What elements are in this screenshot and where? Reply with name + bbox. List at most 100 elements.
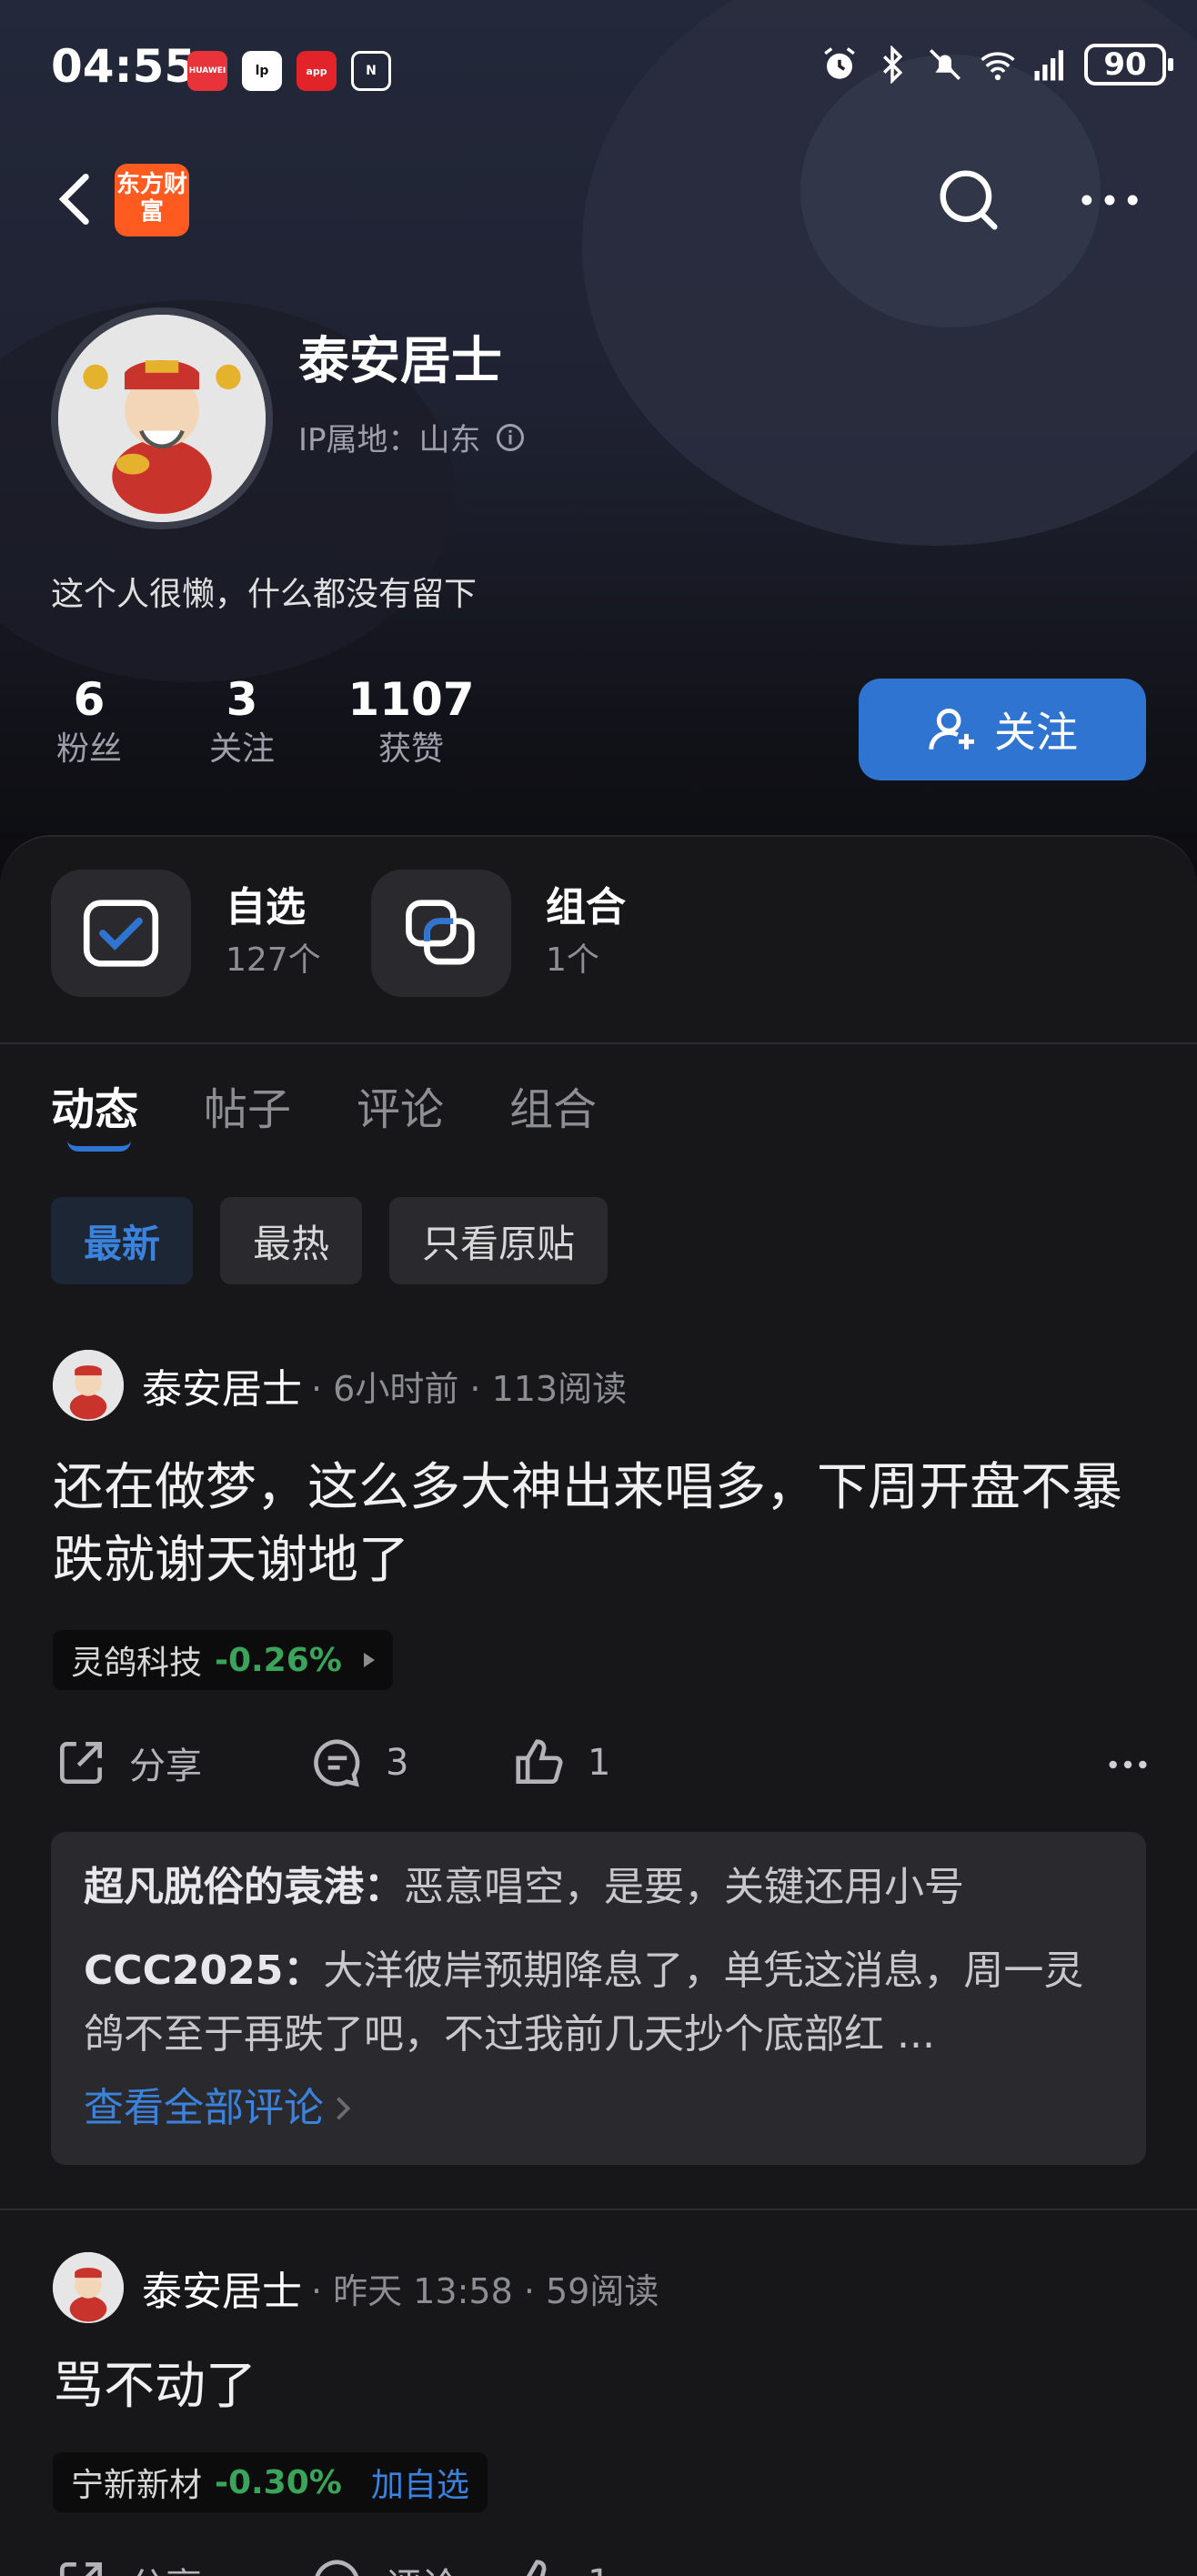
like-button[interactable]: 1 — [511, 1726, 610, 1799]
stat-value: 6 — [73, 673, 106, 726]
comment-preview-box[interactable]: 超凡脱俗的袁港：恶意唱空，是要，关键还用小号 CCC2025：大洋彼岸预期降息了… — [51, 1832, 1146, 2165]
post-more-icon[interactable] — [1102, 1739, 1153, 1790]
profile-name: 泰安居士 — [298, 332, 502, 391]
signal-icon — [1034, 50, 1063, 81]
user-avatar[interactable] — [51, 307, 273, 529]
filter-latest[interactable]: 最新 — [51, 1197, 194, 1284]
tab-comments[interactable]: 评论 — [357, 1073, 444, 1137]
content-tabs: 动态 帖子 评论 组合 — [51, 1073, 597, 1152]
stock-change: -0.30% — [215, 2463, 342, 2501]
stock-tag[interactable]: 宁新新材 -0.30% 加自选 — [53, 2452, 488, 2512]
share-button[interactable]: 分享 — [53, 1726, 202, 1799]
watchlist-card[interactable]: 自选 127个 — [51, 870, 321, 997]
stat-value: 1107 — [347, 673, 475, 726]
comment-user[interactable]: CCC2025： — [84, 1947, 323, 1994]
share-icon — [60, 2562, 102, 2576]
share-icon — [60, 1742, 102, 1784]
post-header: 泰安居士 · 昨天 13:58 · 59阅读 — [53, 2252, 659, 2323]
profile-stats: 6 粉丝 3 关注 1107 获赞 — [51, 671, 475, 771]
ip-value: 山东 — [418, 422, 481, 458]
comment-item: 超凡脱俗的袁港：恶意唱空，是要，关键还用小号 — [84, 1856, 1113, 1919]
stock-name: 灵鸽科技 — [71, 1645, 203, 1682]
stat-likes[interactable]: 1107 获赞 — [347, 671, 475, 771]
status-bar: 04:55 HUAWEI lp app N 90 — [0, 0, 1197, 146]
post-meta: · 昨天 13:58 · 59阅读 — [311, 2270, 659, 2311]
post-actions: 分享 评论 1 — [53, 2547, 1153, 2576]
filter-hottest[interactable]: 最热 — [220, 1197, 363, 1284]
stat-fans[interactable]: 6 粉丝 — [51, 671, 127, 771]
section-divider — [0, 1042, 1197, 1044]
comment-label: 评论 — [386, 2557, 458, 2576]
mute-icon — [930, 49, 961, 80]
app-logo: 东方财富 — [115, 164, 189, 236]
huawei-app-icon: HUAWEI — [187, 51, 227, 91]
add-user-icon — [929, 709, 974, 750]
profile-bio: 这个人很懒，什么都没有留下 — [51, 576, 478, 613]
play-triangle-icon — [363, 1653, 375, 1667]
app-icon: app — [297, 51, 337, 91]
checkbox-icon — [83, 900, 159, 967]
avatar-image — [58, 315, 266, 522]
post-content[interactable]: 还在做梦，这么多大神出来唱多，下周开盘不暴跌就谢天谢地了 — [53, 1452, 1153, 1597]
stat-label: 关注 — [208, 730, 275, 768]
stock-change: -0.26% — [215, 1641, 342, 1679]
thumbs-up-icon — [516, 1739, 563, 1784]
filter-original-only[interactable]: 只看原贴 — [389, 1197, 609, 1284]
chevron-right-icon — [337, 2097, 351, 2120]
top-nav: 东方财富 — [0, 155, 1197, 246]
portfolio-icon — [406, 900, 475, 965]
search-icon[interactable] — [930, 162, 1006, 238]
share-button[interactable]: 分享 — [53, 2547, 202, 2576]
nfc-icon: N — [351, 51, 391, 91]
post-author[interactable]: 泰安居士 — [142, 1356, 302, 1414]
card-icon-box — [51, 870, 191, 997]
like-count: 1 — [588, 1742, 611, 1784]
sort-filters: 最新 最热 只看原贴 — [51, 1197, 609, 1284]
post-author[interactable]: 泰安居士 — [142, 2259, 302, 2317]
post-actions: 分享 3 1 — [53, 1726, 1153, 1799]
stat-value: 3 — [226, 673, 258, 726]
tab-posts[interactable]: 帖子 — [204, 1073, 291, 1137]
tab-activity[interactable]: 动态 — [51, 1073, 138, 1152]
comment-button[interactable]: 3 — [309, 1726, 408, 1799]
stock-tag[interactable]: 灵鸽科技 -0.26% — [53, 1630, 393, 1690]
stat-label: 粉丝 — [55, 730, 122, 768]
ip-label: IP属地： — [298, 422, 419, 458]
card-subtitle: 1个 — [546, 941, 599, 979]
card-icon-box — [371, 870, 511, 997]
comment-button[interactable]: 评论 — [309, 2547, 458, 2576]
card-title: 自选 — [226, 884, 306, 931]
alarm-icon — [824, 47, 855, 79]
status-time: 04:55 — [51, 40, 196, 93]
tab-portfolio[interactable]: 组合 — [509, 1073, 597, 1137]
comment-item: CCC2025：大洋彼岸预期降息了，单凭这消息，周一灵鸽不至于再跌了吧，不过我前… — [84, 1939, 1113, 2067]
bluetooth-icon — [883, 45, 903, 84]
wifi-icon — [981, 52, 1015, 81]
follow-button[interactable]: 关注 — [859, 679, 1146, 780]
battery-indicator: 90 — [1084, 44, 1173, 86]
active-tab-indicator — [67, 1141, 131, 1152]
author-avatar[interactable] — [53, 2252, 124, 2323]
stat-following[interactable]: 3 关注 — [204, 671, 280, 771]
post-meta: · 6小时前 · 113阅读 — [311, 1368, 628, 1409]
share-label: 分享 — [129, 1746, 202, 1787]
add-to-watchlist-button[interactable]: 加自选 — [371, 2459, 469, 2506]
author-avatar[interactable] — [53, 1350, 124, 1421]
back-arrow-icon[interactable] — [47, 167, 102, 231]
more-options-icon[interactable] — [1071, 162, 1148, 238]
like-count: 1 — [588, 2562, 610, 2576]
comment-user[interactable]: 超凡脱俗的袁港： — [84, 1864, 404, 1910]
comment-icon — [315, 2560, 358, 2576]
share-label: 分享 — [129, 2557, 202, 2576]
thumbs-up-icon — [527, 2560, 547, 2576]
notification-app-icons: HUAWEI lp app N — [187, 51, 391, 91]
app-icon: lp — [242, 51, 282, 91]
info-icon[interactable] — [494, 421, 527, 454]
card-title: 组合 — [546, 884, 626, 931]
post-content[interactable]: 骂不动了 — [53, 2350, 1153, 2423]
comment-text: 恶意唱空，是要，关键还用小号 — [404, 1864, 964, 1910]
view-all-comments-link[interactable]: 查看全部评论 — [84, 2076, 1113, 2141]
like-button[interactable]: 1 — [511, 2547, 610, 2576]
follow-label: 关注 — [994, 708, 1078, 757]
portfolio-card[interactable]: 组合 1个 — [371, 870, 626, 997]
